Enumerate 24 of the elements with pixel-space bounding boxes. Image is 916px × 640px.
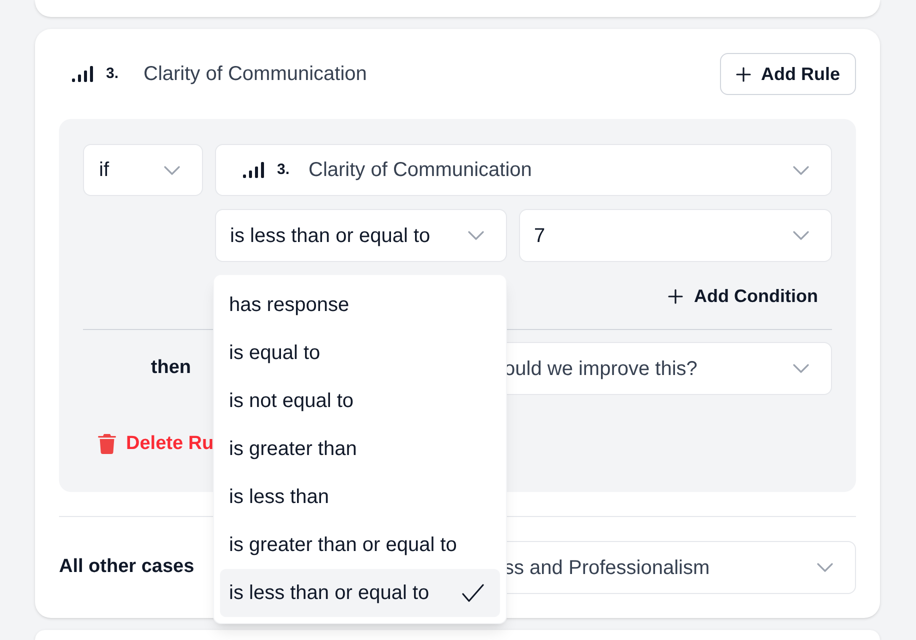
signal-bars-icon xyxy=(72,66,93,82)
value-select[interactable]: 7 xyxy=(519,209,832,262)
dropdown-option[interactable]: is less than or equal to xyxy=(220,569,500,617)
question-number: 3. xyxy=(106,64,119,84)
question-number: 3. xyxy=(277,160,290,180)
plus-icon xyxy=(668,288,684,304)
question-select[interactable]: 3. Clarity of Communication xyxy=(215,144,832,196)
add-condition-button[interactable]: Add Condition xyxy=(654,276,832,316)
chevron-down-icon xyxy=(793,364,809,373)
fallback-label: All other cases xyxy=(59,555,196,580)
chevron-down-icon xyxy=(164,166,180,174)
condition-joiner-select[interactable]: if xyxy=(83,144,203,196)
checkmark-icon xyxy=(462,584,484,602)
chevron-down-icon xyxy=(793,231,809,240)
operator-select[interactable]: is less than or equal to xyxy=(215,209,507,262)
chevron-down-icon xyxy=(817,563,833,572)
then-label: then xyxy=(150,356,191,380)
chevron-down-icon xyxy=(468,231,484,240)
question-title: Clarity of Communication xyxy=(144,62,367,87)
trash-icon xyxy=(98,434,116,454)
add-rule-button[interactable]: Add Rule xyxy=(720,53,856,95)
chevron-down-icon xyxy=(793,166,809,174)
signal-bars-icon xyxy=(243,162,264,178)
plus-icon xyxy=(736,66,751,82)
